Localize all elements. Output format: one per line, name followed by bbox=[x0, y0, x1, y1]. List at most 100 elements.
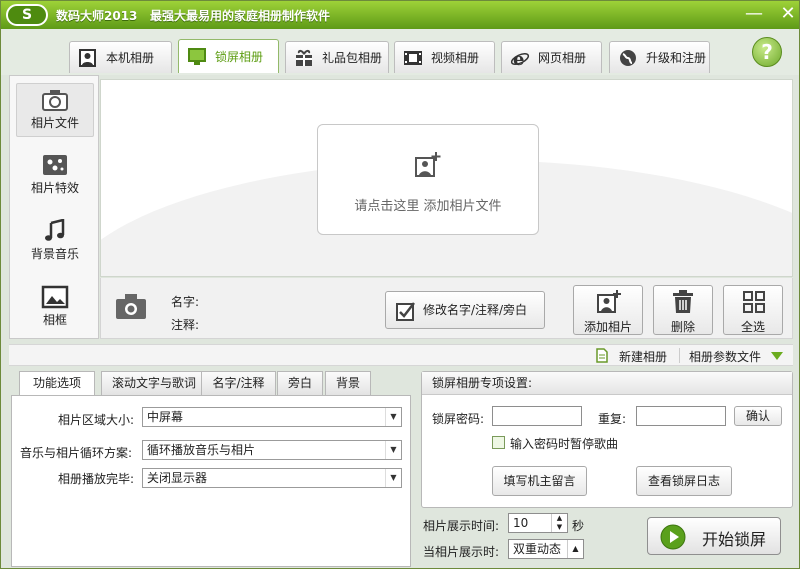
tab-video-album[interactable]: 视频相册 bbox=[394, 41, 495, 73]
during-display-select[interactable]: 双重动态 ▲ bbox=[508, 539, 584, 559]
tab-label: 本机相册 bbox=[106, 51, 155, 65]
repeat-password-input[interactable] bbox=[636, 406, 726, 426]
sidebar-item-label: 相片特效 bbox=[30, 181, 79, 195]
name-label: 名字: bbox=[171, 295, 200, 309]
add-photo-button[interactable]: 添加相片 bbox=[573, 285, 643, 335]
photo-info-bar: 名字: 注释: 修改名字/注释/旁白 添加相片 删除 全选 bbox=[100, 278, 793, 339]
window-title: 数码大师2013 最强大最易用的家庭相册制作软件 bbox=[56, 9, 330, 23]
add-image-icon bbox=[415, 152, 441, 177]
repeat-password-label: 重复: bbox=[598, 412, 627, 426]
tab-local-album[interactable]: 本机相册 bbox=[69, 41, 172, 73]
owner-message-button[interactable]: 填写机主留言 bbox=[492, 466, 587, 496]
select-all-label: 全选 bbox=[740, 320, 765, 334]
start-lock-label: 开始锁屏 bbox=[702, 530, 767, 549]
sidebar-item-label: 相片文件 bbox=[30, 116, 79, 130]
tab-name-note[interactable]: 名字/注释 bbox=[201, 371, 276, 395]
effects-icon bbox=[43, 155, 67, 175]
seconds-unit: 秒 bbox=[572, 519, 585, 533]
photo-canvas[interactable]: 请点击这里 添加相片文件 bbox=[100, 79, 793, 277]
grid-icon bbox=[743, 291, 765, 313]
tab-background[interactable]: 背景 bbox=[325, 371, 371, 395]
album-toolstrip: 新建相册 相册参数文件 bbox=[9, 344, 793, 366]
person-album-icon bbox=[79, 48, 96, 67]
new-album-link[interactable]: 新建相册 bbox=[619, 348, 667, 365]
trash-icon bbox=[673, 290, 693, 313]
note-label: 注释: bbox=[171, 318, 200, 332]
tab-label: 视频相册 bbox=[431, 51, 480, 65]
close-button[interactable]: ✕ bbox=[777, 5, 799, 25]
main-tab-bar: 本机相册 锁屏相册 礼品包相册 视频相册 e 网页相册 升级和注册 ? bbox=[1, 29, 799, 75]
title-bar[interactable]: S 数码大师2013 最强大最易用的家庭相册制作软件 — ✕ bbox=[1, 1, 799, 29]
pause-song-checkbox[interactable] bbox=[492, 436, 505, 449]
add-photo-dropzone[interactable]: 请点击这里 添加相片文件 bbox=[317, 124, 539, 235]
spinner-arrows-icon[interactable]: ▲ ▼ bbox=[551, 514, 567, 532]
gift-icon bbox=[296, 49, 312, 66]
globe-icon bbox=[620, 49, 636, 66]
tab-label: 升级和注册 bbox=[646, 51, 707, 65]
tab-function-options[interactable]: 功能选项 bbox=[19, 371, 95, 396]
tab-gift-album[interactable]: 礼品包相册 bbox=[285, 41, 389, 73]
lock-password-label: 锁屏密码: bbox=[432, 412, 485, 426]
edit-name-note-button[interactable]: 修改名字/注释/旁白 bbox=[385, 291, 545, 329]
loop-scheme-value: 循环播放音乐与相片 bbox=[147, 443, 256, 457]
finish-action-label: 相册播放完毕: bbox=[58, 472, 135, 486]
ie-icon: e bbox=[510, 49, 530, 67]
camera-icon bbox=[42, 90, 68, 111]
app-logo: S bbox=[6, 4, 48, 26]
tab-upgrade-register[interactable]: 升级和注册 bbox=[609, 41, 710, 73]
lock-settings-panel: 锁屏相册专项设置: 锁屏密码: 重复: 确认 输入密码时暂停歌曲 填写机主留言 … bbox=[421, 371, 793, 508]
tab-lockscreen-album[interactable]: 锁屏相册 bbox=[178, 39, 279, 73]
display-time-input[interactable]: 10 ▲ ▼ bbox=[508, 513, 568, 533]
chevron-down-icon[interactable] bbox=[771, 352, 783, 360]
lock-settings-header: 锁屏相册专项设置: bbox=[422, 372, 792, 395]
sidebar-item-background-music[interactable]: 背景音乐 bbox=[16, 215, 94, 269]
loop-scheme-label: 音乐与相片循环方案: bbox=[20, 446, 133, 460]
delete-button[interactable]: 删除 bbox=[653, 285, 713, 335]
pause-song-label: 输入密码时暂停歌曲 bbox=[510, 437, 619, 451]
sidebar-item-label: 背景音乐 bbox=[30, 247, 79, 261]
photo-area-label: 相片区域大小: bbox=[58, 413, 135, 427]
music-note-icon bbox=[45, 219, 65, 241]
select-all-button[interactable]: 全选 bbox=[723, 285, 783, 335]
during-display-label: 当相片展示时: bbox=[423, 545, 500, 559]
dropzone-hint: 请点击这里 添加相片文件 bbox=[354, 199, 502, 214]
finish-action-value: 关闭显示器 bbox=[147, 471, 208, 485]
add-image-icon bbox=[597, 290, 621, 313]
photo-area-select[interactable]: 中屏幕 ▼ bbox=[142, 407, 402, 427]
chevron-down-icon: ▼ bbox=[385, 469, 401, 487]
view-lock-log-button[interactable]: 查看锁屏日志 bbox=[636, 466, 732, 496]
param-file-menu[interactable]: 相册参数文件 bbox=[689, 348, 761, 365]
help-button[interactable]: ? bbox=[752, 37, 782, 67]
photo-area-value: 中屏幕 bbox=[147, 410, 184, 424]
sidebar-item-photo-frame[interactable]: 相框 bbox=[16, 281, 94, 335]
tab-web-album[interactable]: e 网页相册 bbox=[501, 41, 602, 73]
sidebar-item-label: 相框 bbox=[42, 313, 67, 327]
play-icon bbox=[660, 524, 686, 550]
tab-scroll-text-lyrics[interactable]: 滚动文字与歌词 bbox=[101, 371, 207, 395]
delete-label: 删除 bbox=[670, 320, 695, 334]
monitor-icon bbox=[188, 47, 206, 65]
start-lock-button[interactable]: 开始锁屏 bbox=[647, 517, 781, 555]
sidebar-item-photo-effects[interactable]: 相片特效 bbox=[16, 149, 94, 203]
tab-label: 礼品包相册 bbox=[322, 51, 383, 65]
function-options-content: 相片区域大小: 中屏幕 ▼ 音乐与相片循环方案: 循环播放音乐与相片 ▼ 相册播放完… bbox=[11, 395, 411, 567]
chevron-down-icon: ▼ bbox=[385, 441, 401, 459]
edit-button-label: 修改名字/注释/旁白 bbox=[422, 303, 528, 317]
minimize-button[interactable]: — bbox=[743, 5, 765, 25]
new-document-icon bbox=[596, 348, 608, 363]
tab-narration[interactable]: 旁白 bbox=[277, 371, 323, 395]
lock-password-input[interactable] bbox=[492, 406, 582, 426]
camera-icon bbox=[116, 294, 146, 319]
finish-action-select[interactable]: 关闭显示器 ▼ bbox=[142, 468, 402, 488]
tab-label: 网页相册 bbox=[538, 51, 587, 65]
loop-scheme-select[interactable]: 循环播放音乐与相片 ▼ bbox=[142, 440, 402, 460]
chevron-down-icon: ▼ bbox=[385, 408, 401, 426]
display-time-value: 10 bbox=[513, 516, 529, 530]
add-photo-label: 添加相片 bbox=[583, 320, 632, 334]
confirm-button[interactable]: 确认 bbox=[734, 406, 782, 426]
sidebar-item-photo-files[interactable]: 相片文件 bbox=[16, 83, 94, 137]
film-icon bbox=[404, 50, 422, 65]
app-window: S 数码大师2013 最强大最易用的家庭相册制作软件 — ✕ 本机相册 锁屏相册… bbox=[0, 0, 800, 569]
during-display-value: 双重动态 bbox=[513, 542, 562, 556]
checkbox-edit-icon bbox=[396, 302, 415, 321]
